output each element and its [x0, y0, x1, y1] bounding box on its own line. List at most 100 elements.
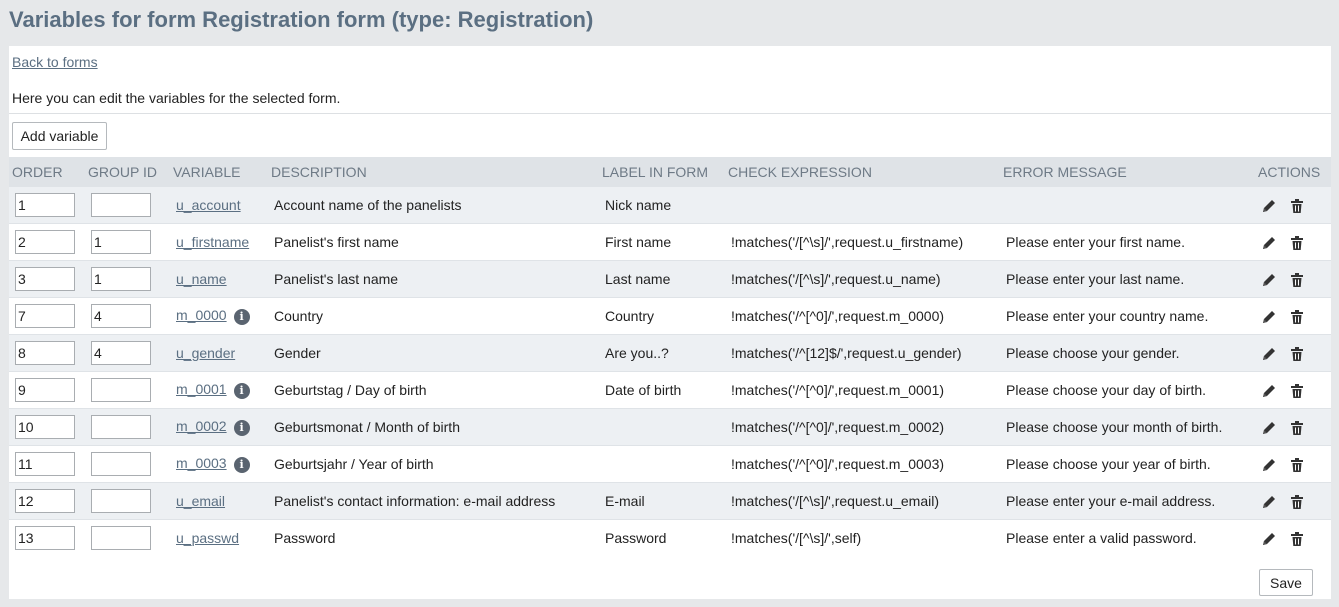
pencil-icon[interactable]	[1261, 235, 1277, 251]
header-description: DESCRIPTION	[268, 157, 599, 187]
trash-icon[interactable]	[1289, 383, 1305, 399]
actions-cell	[1255, 482, 1331, 520]
group-id-cell	[85, 186, 170, 224]
variable-cell: u_email	[170, 482, 268, 520]
group-id-input[interactable]	[91, 230, 151, 254]
variables-table: ORDER GROUP ID VARIABLE DESCRIPTION LABE…	[9, 157, 1331, 556]
header-variable: VARIABLE	[170, 157, 268, 187]
order-input[interactable]	[15, 452, 75, 476]
trash-icon[interactable]	[1289, 531, 1305, 547]
group-id-cell	[85, 371, 170, 409]
order-input[interactable]	[15, 193, 75, 217]
info-icon[interactable]: i	[233, 382, 250, 399]
order-input[interactable]	[15, 415, 75, 439]
label-cell	[599, 445, 725, 483]
header-group-id: GROUP ID	[85, 157, 170, 187]
variable-cell: u_passwd	[170, 519, 268, 556]
actions-cell	[1255, 371, 1331, 409]
check-expression-cell: !matches('/[^\s]/',request.u_firstname)	[725, 223, 1000, 261]
label-cell: Country	[599, 297, 725, 335]
variable-link[interactable]: u_name	[176, 271, 227, 287]
variable-link[interactable]: u_account	[176, 197, 241, 213]
trash-icon[interactable]	[1289, 346, 1305, 362]
group-id-cell	[85, 334, 170, 372]
back-to-forms-link[interactable]: Back to forms	[12, 54, 98, 70]
actions-cell	[1255, 186, 1331, 224]
group-id-input[interactable]	[91, 341, 151, 365]
order-input[interactable]	[15, 378, 75, 402]
variable-cell: m_0003 i	[170, 445, 268, 483]
label-cell: Date of birth	[599, 371, 725, 409]
trash-icon[interactable]	[1289, 457, 1305, 473]
order-cell	[9, 186, 85, 224]
trash-icon[interactable]	[1289, 309, 1305, 325]
order-input[interactable]	[15, 526, 75, 550]
pencil-icon[interactable]	[1261, 309, 1277, 325]
group-id-input[interactable]	[91, 267, 151, 291]
group-id-input[interactable]	[91, 415, 151, 439]
order-input[interactable]	[15, 267, 75, 291]
error-message-cell: Please enter your first name.	[1000, 223, 1255, 261]
variable-cell: u_name	[170, 260, 268, 298]
trash-icon[interactable]	[1289, 272, 1305, 288]
group-id-input[interactable]	[91, 489, 151, 513]
trash-icon[interactable]	[1289, 198, 1305, 214]
trash-icon[interactable]	[1289, 420, 1305, 436]
header-check-expression: CHECK EXPRESSION	[725, 157, 1000, 187]
pencil-icon[interactable]	[1261, 494, 1277, 510]
order-cell	[9, 371, 85, 409]
variable-link[interactable]: u_firstname	[176, 234, 249, 250]
table-row-m_0003: m_0003 i Geburtsjahr / Year of birth !mat…	[9, 445, 1331, 483]
order-input[interactable]	[15, 304, 75, 328]
error-message-cell: Please enter a valid password.	[1000, 519, 1255, 556]
description-cell: Geburtsjahr / Year of birth	[268, 445, 599, 483]
pencil-icon[interactable]	[1261, 420, 1277, 436]
order-cell	[9, 445, 85, 483]
variable-cell: m_0002 i	[170, 408, 268, 446]
variable-link[interactable]: m_0002	[176, 418, 227, 434]
table-row-u_firstname: u_firstname Panelist's first name First …	[9, 223, 1331, 261]
group-id-cell	[85, 297, 170, 335]
table-header-row: ORDER GROUP ID VARIABLE DESCRIPTION LABE…	[9, 157, 1331, 187]
trash-icon[interactable]	[1289, 235, 1305, 251]
info-icon[interactable]: i	[233, 308, 250, 325]
group-id-input[interactable]	[91, 193, 151, 217]
check-expression-cell: !matches('/^[^0]/',request.m_0000)	[725, 297, 1000, 335]
variable-link[interactable]: m_0001	[176, 381, 227, 397]
save-button[interactable]: Save	[1259, 569, 1313, 596]
group-id-input[interactable]	[91, 304, 151, 328]
order-input[interactable]	[15, 341, 75, 365]
pencil-icon[interactable]	[1261, 457, 1277, 473]
table-row-u_account: u_account Account name of the panelists …	[9, 186, 1331, 224]
variable-link[interactable]: m_0000	[176, 307, 227, 323]
group-id-input[interactable]	[91, 378, 151, 402]
group-id-input[interactable]	[91, 452, 151, 476]
label-cell: Are you..?	[599, 334, 725, 372]
variable-link[interactable]: u_passwd	[176, 530, 239, 546]
info-icon[interactable]: i	[233, 456, 250, 473]
group-id-input[interactable]	[91, 526, 151, 550]
trash-icon[interactable]	[1289, 494, 1305, 510]
actions-cell	[1255, 334, 1331, 372]
header-label-in-form: LABEL IN FORM	[599, 157, 725, 187]
check-expression-cell: !matches('/[^\s]/',request.u_email)	[725, 482, 1000, 520]
order-input[interactable]	[15, 230, 75, 254]
variable-link[interactable]: u_gender	[176, 345, 235, 361]
pencil-icon[interactable]	[1261, 272, 1277, 288]
pencil-icon[interactable]	[1261, 346, 1277, 362]
add-variable-button[interactable]: Add variable	[12, 122, 107, 150]
description-cell: Password	[268, 519, 599, 556]
variable-link[interactable]: u_email	[176, 493, 225, 509]
description-cell: Country	[268, 297, 599, 335]
group-id-cell	[85, 482, 170, 520]
variable-cell: u_account	[170, 186, 268, 224]
pencil-icon[interactable]	[1261, 198, 1277, 214]
description-cell: Panelist's first name	[268, 223, 599, 261]
pencil-icon[interactable]	[1261, 531, 1277, 547]
variable-cell: m_0000 i	[170, 297, 268, 335]
order-input[interactable]	[15, 489, 75, 513]
pencil-icon[interactable]	[1261, 383, 1277, 399]
variable-link[interactable]: m_0003	[176, 455, 227, 471]
info-icon[interactable]: i	[233, 419, 250, 436]
group-id-cell	[85, 260, 170, 298]
